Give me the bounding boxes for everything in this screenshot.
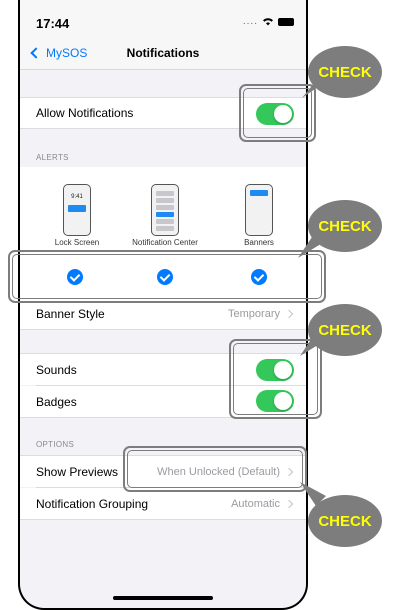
chevron-right-icon [284,309,294,318]
navigation-bar: MySOS Notifications [20,32,306,70]
banners-preview [245,184,273,236]
notification-center-preview [151,184,179,236]
home-indicator [113,596,213,600]
preview-bar [156,198,174,203]
notification-center-label: Notification Center [132,238,198,247]
preview-banner [250,190,268,196]
notification-grouping-value: Automatic [231,497,280,510]
preview-bar [156,219,174,224]
notification-grouping-value-group: Automatic [231,497,294,510]
preview-banner [68,205,86,212]
check-callout: CHECK [308,304,382,356]
chevron-right-icon [284,499,294,508]
preview-bar [156,205,174,210]
alerts-header: ALERTS [36,153,69,162]
banners-option[interactable]: Banners [219,184,299,247]
status-icons: .... [243,16,294,27]
highlight-frame-show-previews [123,446,307,492]
check-callout: CHECK [308,200,382,252]
notification-center-option[interactable]: Notification Center [125,184,205,247]
signal-dots: .... [242,16,258,27]
status-time: 17:44 [36,16,70,31]
check-callout: CHECK [308,495,382,547]
preview-bar [156,226,174,231]
wifi-icon [263,18,273,26]
check-callout: CHECK [308,46,382,98]
banner-style-value-group: Temporary [228,307,294,320]
banners-label: Banners [244,238,274,247]
lock-screen-option[interactable]: 9:41 Lock Screen [37,184,117,247]
lock-screen-preview: 9:41 [63,184,91,236]
banner-style-value: Temporary [228,307,280,320]
notification-grouping-label: Notification Grouping [36,496,149,511]
options-header: OPTIONS [36,440,75,449]
page-title: Notifications [126,46,200,60]
banner-style-label: Banner Style [36,306,105,321]
preview-bar [156,191,174,196]
highlight-frame-alert-checks [8,250,326,303]
battery-icon [278,17,294,26]
preview-banner [156,212,174,217]
preview-time: 9:41 [71,194,83,200]
status-bar: 17:44 .... [20,0,306,32]
notification-grouping-row[interactable]: Notification Grouping Automatic [20,488,306,520]
lock-screen-label: Lock Screen [54,238,100,247]
